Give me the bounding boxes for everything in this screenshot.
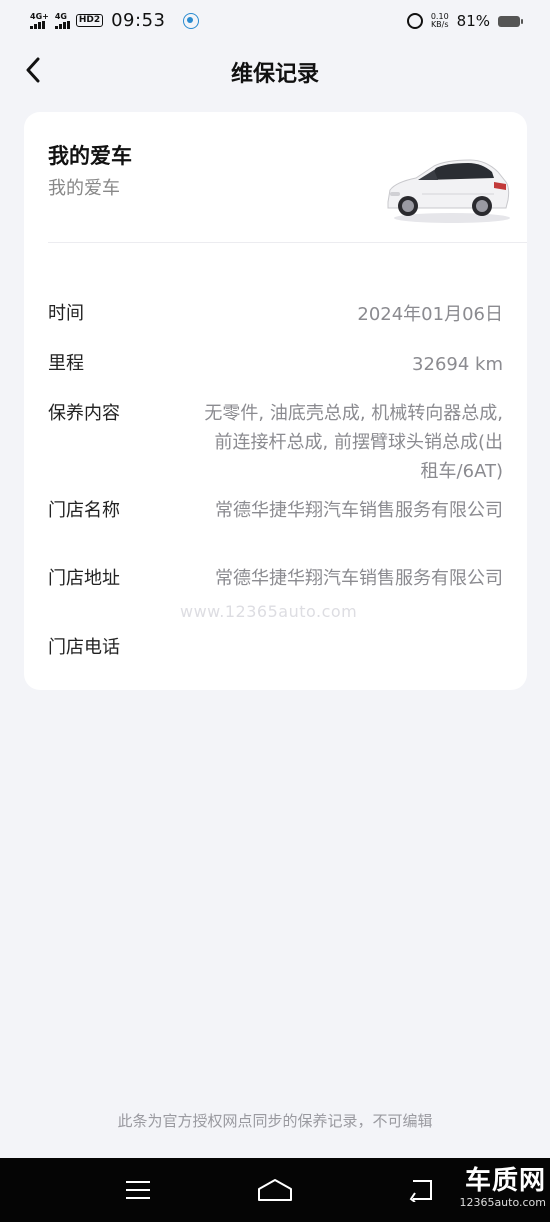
detail-label: 时间 <box>48 303 84 324</box>
logo-sub-text: 12365auto.com <box>459 1196 546 1209</box>
detail-value: 无零件, 油底壳总成, 机械转向器总成, 前连接杆总成, 前摆臂球头销总成(出租… <box>204 403 503 482</box>
battery-icon <box>498 15 523 27</box>
back-nav-icon <box>409 1180 432 1202</box>
car-subtitle: 我的爱车 <box>48 178 120 199</box>
logo-main-text: 车质网 <box>464 1166 546 1196</box>
detail-label: 保养内容 <box>48 403 120 424</box>
card-divider <box>48 242 527 243</box>
watermark: www.12365auto.com <box>180 602 358 621</box>
detail-label: 里程 <box>48 353 84 374</box>
alarm-icon <box>406 13 423 29</box>
detail-label: 门店电话 <box>48 637 120 658</box>
status-right: 0.10 KB/s 81% <box>406 12 523 30</box>
sim1-label: 4G+ <box>30 11 49 21</box>
detail-value: 32694 km <box>412 354 503 375</box>
signal-sim2: 4G <box>54 11 70 29</box>
sim2-label: 4G <box>54 11 67 21</box>
site-logo: 车质网 12365auto.com <box>456 1166 546 1220</box>
detail-label: 门店地址 <box>48 568 120 589</box>
detail-value: 2024年01月06日 <box>357 304 503 325</box>
signal-bars-icon <box>54 20 70 29</box>
page-header: 维保记录 <box>0 42 550 98</box>
speed-unit: KB/s <box>430 20 449 29</box>
footer-note: 此条为官方授权网点同步的保养记录，不可编辑 <box>117 1112 433 1130</box>
car-name: 我的爱车 <box>48 144 132 168</box>
car-image <box>387 159 510 223</box>
detail-value: 常德华捷华翔汽车销售服务有限公司 <box>215 500 503 521</box>
status-bar: 4G+ 4G HD2 09:53 0.10 KB/s 81% <box>0 0 550 42</box>
nav-home-button[interactable] <box>255 1172 295 1208</box>
detail-value: 常德华捷华翔汽车销售服务有限公司 <box>215 568 503 589</box>
signal-sim1: 4G+ <box>30 11 49 29</box>
hd-voice-badge: HD2 <box>75 14 104 27</box>
nav-menu-button[interactable] <box>118 1172 158 1208</box>
status-time: 09:53 <box>111 10 166 31</box>
menu-icon <box>126 1181 150 1199</box>
detail-label: 门店名称 <box>48 500 120 521</box>
home-icon <box>258 1179 292 1201</box>
page-title: 维保记录 <box>230 62 319 87</box>
signal-bars-icon <box>30 20 45 29</box>
app-notification-icon <box>183 12 200 29</box>
nav-back-button[interactable] <box>400 1172 440 1208</box>
status-left: 4G+ 4G HD2 09:53 <box>30 10 200 31</box>
battery-percent: 81% <box>456 12 490 30</box>
network-speed: 0.10 KB/s <box>431 13 449 29</box>
